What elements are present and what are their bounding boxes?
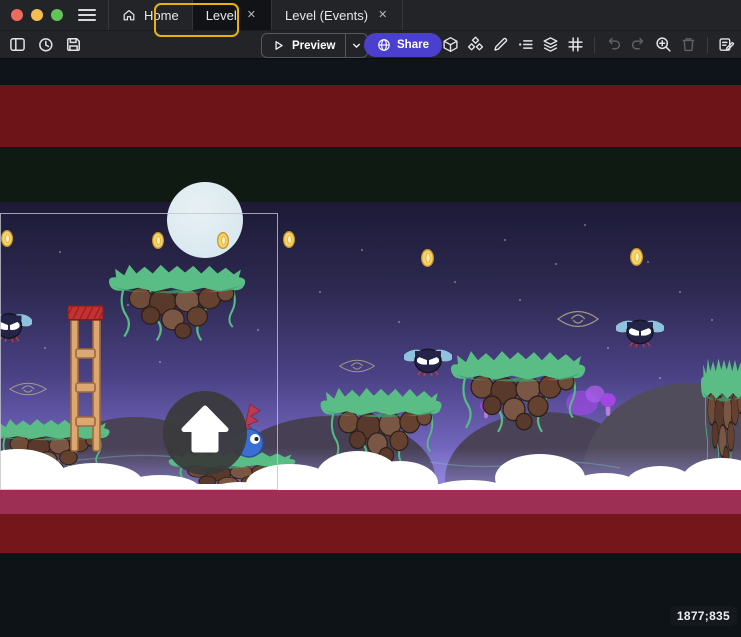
cursor-coordinates-badge: 1877;835 — [670, 606, 737, 626]
coin[interactable] — [284, 232, 295, 248]
preview-button[interactable]: Preview — [261, 33, 368, 58]
coin[interactable] — [218, 233, 229, 249]
preview-label: Preview — [292, 40, 335, 52]
panels-icon[interactable] — [9, 36, 26, 53]
menu-icon[interactable] — [78, 0, 96, 30]
toolbar: Preview Share — [0, 30, 741, 59]
tab-level[interactable]: Level ✕ — [193, 0, 272, 30]
scene-editor-canvas[interactable]: 1877;835 — [0, 59, 741, 637]
globe-icon — [377, 38, 391, 52]
trash-icon[interactable] — [680, 36, 697, 53]
layers-icon[interactable] — [542, 36, 559, 53]
undo-icon[interactable] — [605, 36, 622, 53]
red-parallax-band — [0, 85, 741, 147]
toolbar-separator — [594, 37, 595, 53]
tab-home[interactable]: Home — [108, 0, 193, 30]
grid-icon[interactable] — [567, 36, 584, 53]
coin[interactable] — [2, 231, 13, 247]
close-tab-icon[interactable]: ✕ — [376, 9, 389, 22]
toolbar-separator — [707, 37, 708, 53]
dark-forest-band — [0, 147, 741, 202]
lower-red-band — [0, 514, 741, 553]
tab-label: Level — [206, 8, 237, 23]
share-button[interactable]: Share — [364, 33, 442, 57]
titlebar: Home Level ✕ Level (Events) ✕ — [0, 0, 741, 30]
instances-icon[interactable] — [467, 36, 484, 53]
pencil-icon[interactable] — [492, 36, 509, 53]
edit-note-icon[interactable] — [718, 36, 735, 53]
moon[interactable] — [167, 182, 243, 258]
tab-level-events[interactable]: Level (Events) ✕ — [272, 0, 403, 30]
canvas-outer-bottom — [0, 553, 741, 637]
canvas-outer-top — [0, 59, 741, 85]
tab-bar: Home Level ✕ Level (Events) ✕ — [108, 0, 403, 30]
history-icon[interactable] — [37, 36, 54, 53]
coin[interactable] — [422, 250, 434, 267]
maximize-window-button[interactable] — [51, 9, 63, 21]
touch-arrow-control[interactable] — [163, 391, 247, 475]
share-label: Share — [397, 39, 429, 51]
save-icon[interactable] — [65, 36, 82, 53]
coin[interactable] — [153, 233, 164, 249]
properties-icon[interactable] — [517, 36, 534, 53]
play-icon — [272, 39, 285, 52]
close-tab-icon[interactable]: ✕ — [245, 9, 258, 22]
chevron-down-icon — [350, 39, 363, 52]
close-window-button[interactable] — [11, 9, 23, 21]
tab-label: Home — [144, 8, 179, 23]
minimize-window-button[interactable] — [31, 9, 43, 21]
home-icon — [122, 8, 136, 22]
zoom-in-icon[interactable] — [655, 36, 672, 53]
ground-band — [0, 490, 741, 514]
tab-label: Level (Events) — [285, 8, 368, 23]
coin[interactable] — [631, 249, 643, 266]
redo-icon[interactable] — [630, 36, 647, 53]
window-controls — [11, 0, 63, 30]
cube-3d-icon[interactable] — [442, 36, 459, 53]
